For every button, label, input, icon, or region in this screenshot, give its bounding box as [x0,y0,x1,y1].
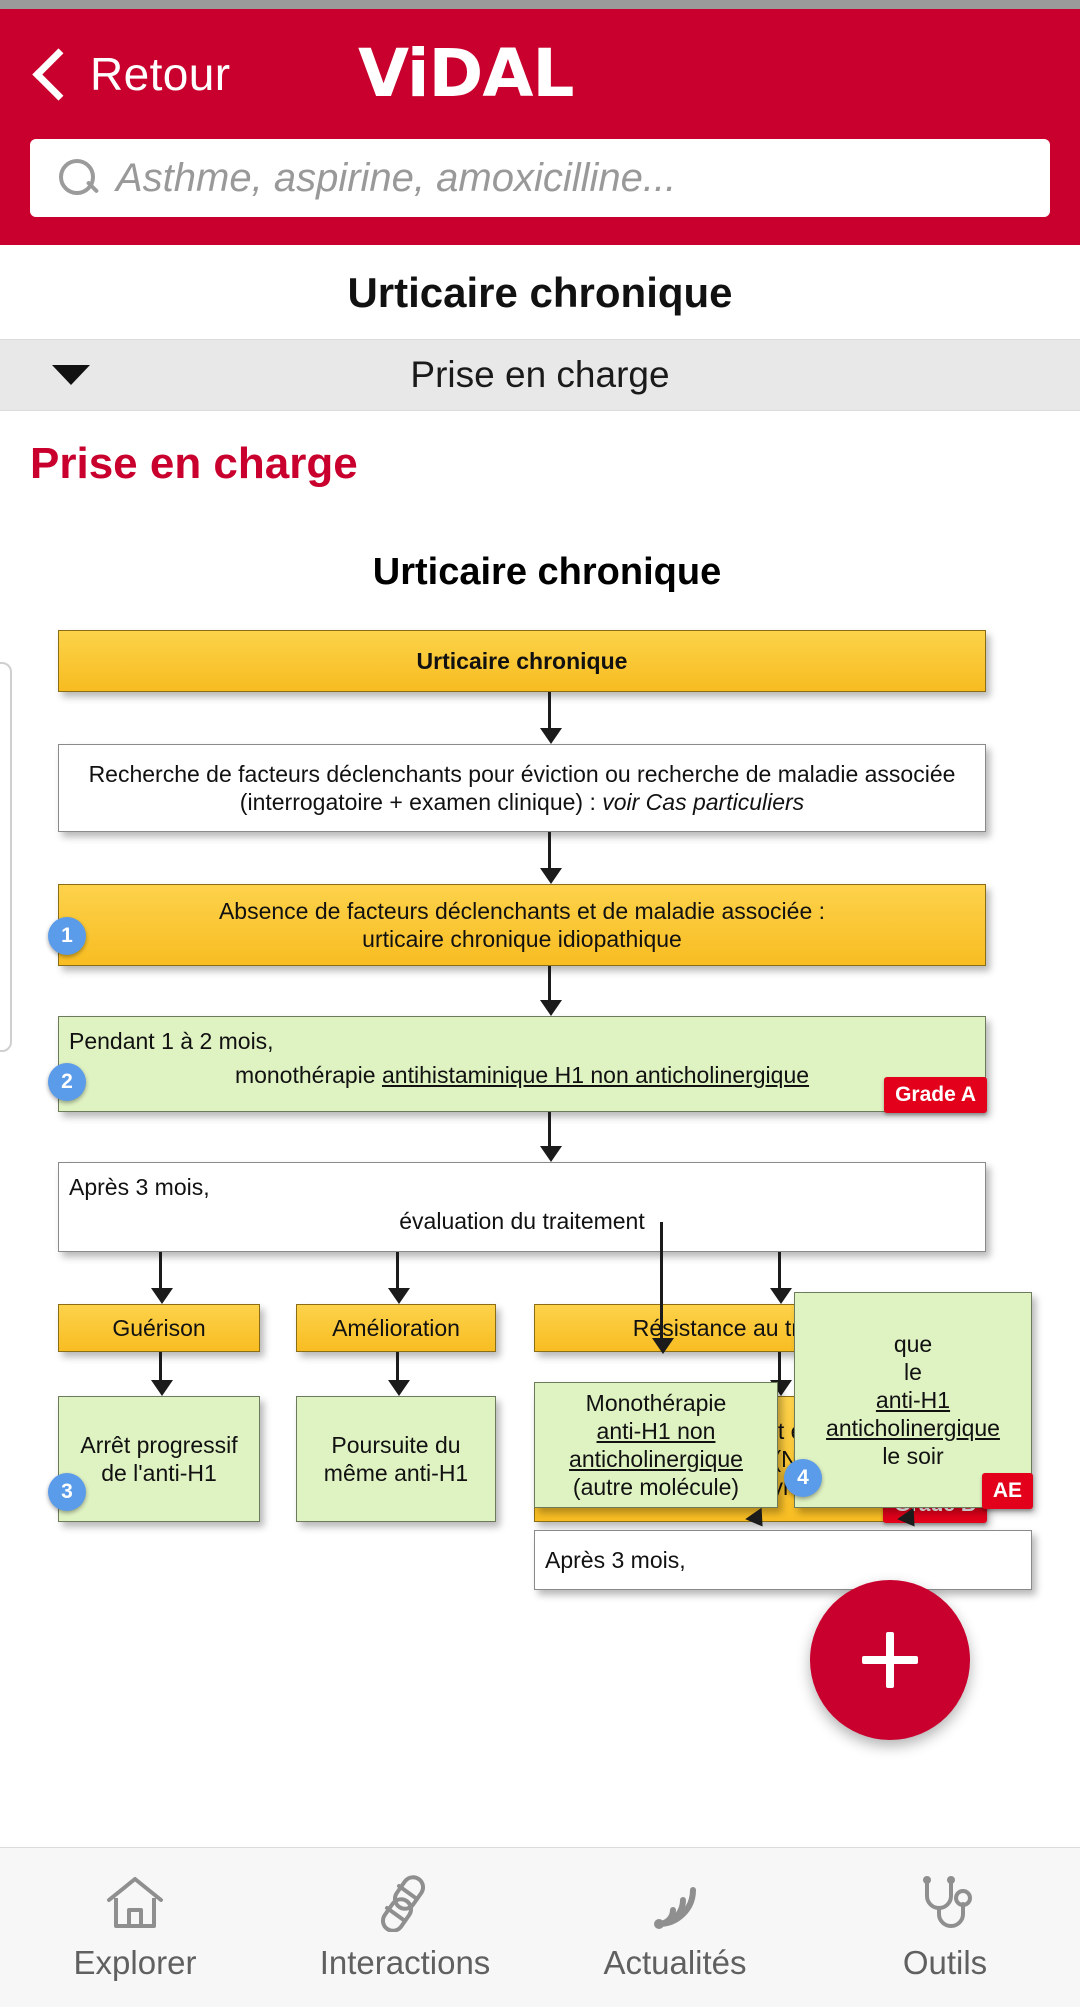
flow-node-line-1: Absence de facteurs déclenchants et de m… [218,897,826,924]
flow-node-line-2: de l'anti-H1 [101,1460,217,1486]
pills-icon [373,1874,437,1933]
connector-arrowhead [151,1288,173,1304]
search-input[interactable]: Asthme, aspirine, amoxicilline... [116,156,676,201]
connector [778,1252,781,1290]
flow-node-urticaire-chronique[interactable]: Urticaire chronique [58,630,986,692]
stethoscope-icon [913,1874,977,1932]
connector [396,1352,399,1382]
header-top-row: Retour ViDAL [0,9,1080,139]
flow-note-badge-3[interactable]: 3 [48,1473,86,1511]
nav-label: Explorer [73,1943,197,1981]
grade-badge-ae: AE [981,1473,1033,1509]
rss-icon [643,1874,707,1932]
flow-node-line-2: évaluation du traitement [399,1208,645,1235]
nav-item-actualites[interactable]: Actualités [540,1848,810,2007]
nav-label: Actualités [603,1943,747,1981]
flow-node-line-2: le [904,1358,922,1385]
flow-node-label: Guérison [112,1314,206,1341]
flow-node-line-4: anticholinergique [826,1415,1000,1442]
flow-node-line-2: (interrogatoire + examen clinique) : voi… [240,788,804,816]
connector [159,1252,162,1290]
connector-arrowhead [388,1380,410,1396]
flow-node-line-2: même anti-H1 [323,1460,469,1486]
chevron-left-icon[interactable] [34,48,68,100]
flow-node-line-1: Arrêt progressif [80,1431,238,1458]
connector [548,966,551,1004]
flow-node-absence-facteurs[interactable]: Absence de facteurs déclenchants et de m… [48,884,986,966]
adjacent-card-edge [0,662,12,1052]
status-bar [0,0,1080,9]
add-button[interactable]: + [810,1580,970,1740]
flow-node-line-3: anticholinergique [569,1446,743,1472]
chevron-down-icon [52,365,90,385]
nav-item-interactions[interactable]: Interactions [270,1848,540,2007]
flow-node-monotherapie-h1[interactable]: Pendant 1 à 2 mois, monothérapie antihis… [48,1016,987,1113]
connector [548,692,551,732]
search-icon [56,156,100,200]
flow-node-line-1: que [893,1330,933,1357]
flow-node-line-2b: voir Cas particuliers [602,789,805,815]
connector [778,1352,781,1382]
flow-node-line-4: (autre molécule) [572,1474,740,1501]
vidal-logo: ViDAL [358,35,574,112]
app-root: Retour ViDAL Asthme, aspirine, amoxicill… [0,0,1080,2007]
search-bar[interactable]: Asthme, aspirine, amoxicilline... [30,139,1050,217]
connector [159,1352,162,1382]
flow-node-guerison[interactable]: Guérison [58,1304,260,1352]
flow-node-line-1: Poursuite du [331,1431,461,1458]
flow-node-label: Après 3 mois, [545,1546,686,1573]
connector-arrowhead [540,1000,562,1016]
flow-node-poursuite-anti-h1[interactable]: Poursuite du même anti-H1 [296,1396,496,1522]
flow-node-arret-progressif[interactable]: Arrêt progressif de l'anti-H1 3 [48,1396,260,1522]
flow-note-badge-1[interactable]: 1 [48,917,86,955]
page-title: Urticaire chronique [0,245,1080,339]
nav-item-outils[interactable]: Outils [810,1848,1080,2007]
app-header: Retour ViDAL Asthme, aspirine, amoxicill… [0,9,1080,245]
flow-node-line-3: anti-H1 [875,1386,951,1413]
connector-arrowhead [388,1288,410,1304]
home-icon [103,1874,167,1932]
flow-node-line-1: Monothérapie [585,1389,727,1416]
flow-node-apres-3-mois-2[interactable]: Après 3 mois, [534,1530,1032,1590]
connector-arrowhead [540,728,562,744]
flow-node-amelioration[interactable]: Amélioration [296,1304,496,1352]
flow-note-badge-2[interactable]: 2 [48,1063,86,1101]
flow-node-label: Amélioration [332,1314,460,1341]
flow-node-line-1: Pendant 1 à 2 mois, [69,1028,274,1054]
flow-node-line-2a: monothérapie [234,1062,382,1089]
flow-node-recherche-facteurs[interactable]: Recherche de facteurs déclenchants pour … [58,744,986,832]
connector [548,1112,551,1150]
flow-node-anti-h1-anticholinergique-soir[interactable]: que le anti-H1 anticholinergique le soir… [784,1292,1033,1509]
flow-node-evaluation-traitement[interactable]: Après 3 mois, évaluation du traitement [58,1162,986,1252]
flow-node-line-1: Après 3 mois, [69,1174,210,1200]
flow-node-line-2: urticaire chronique idiopathique [362,926,682,952]
connector-arrowhead [151,1380,173,1396]
grade-badge-a: Grade A [884,1077,987,1113]
flow-node-line-1: Recherche de facteurs déclenchants pour … [88,760,956,787]
flow-node-line-2b: antihistaminique H1 non anticholinergiqu… [381,1062,810,1089]
flow-node-label: Urticaire chronique [416,647,628,674]
bottom-navigation[interactable]: Explorer Interactions Actualités Outils [0,1847,1080,2007]
flowchart-title: Urticaire chronique [372,551,722,593]
flow-node-line-5: le soir [882,1443,944,1470]
flow-node-line-2: anti-H1 non [596,1417,716,1444]
connector [548,832,551,872]
connector-arrowhead [770,1288,792,1304]
flow-node-line-2a: (interrogatoire + examen clinique) : [239,789,603,815]
nav-label: Interactions [319,1943,491,1981]
accordion-prise-en-charge[interactable]: Prise en charge [0,339,1080,411]
content-bottom-mask [0,1837,1080,1847]
flow-note-badge-4[interactable]: 4 [784,1459,822,1497]
connector-arrowhead [540,868,562,884]
accordion-label: Prise en charge [410,354,670,395]
nav-item-explorer[interactable]: Explorer [0,1848,270,2007]
flow-node-monotherapie-autre-molecule[interactable]: Monothérapie anti-H1 non anticholinergiq… [534,1382,778,1508]
back-button-label[interactable]: Retour [90,47,230,101]
connector [396,1252,399,1290]
section-heading: Prise en charge [30,439,358,488]
flow-node-line-2: monothérapie antihistaminique H1 non ant… [69,1061,975,1089]
nav-label: Outils [902,1943,988,1981]
connector-arrowhead [540,1146,562,1162]
